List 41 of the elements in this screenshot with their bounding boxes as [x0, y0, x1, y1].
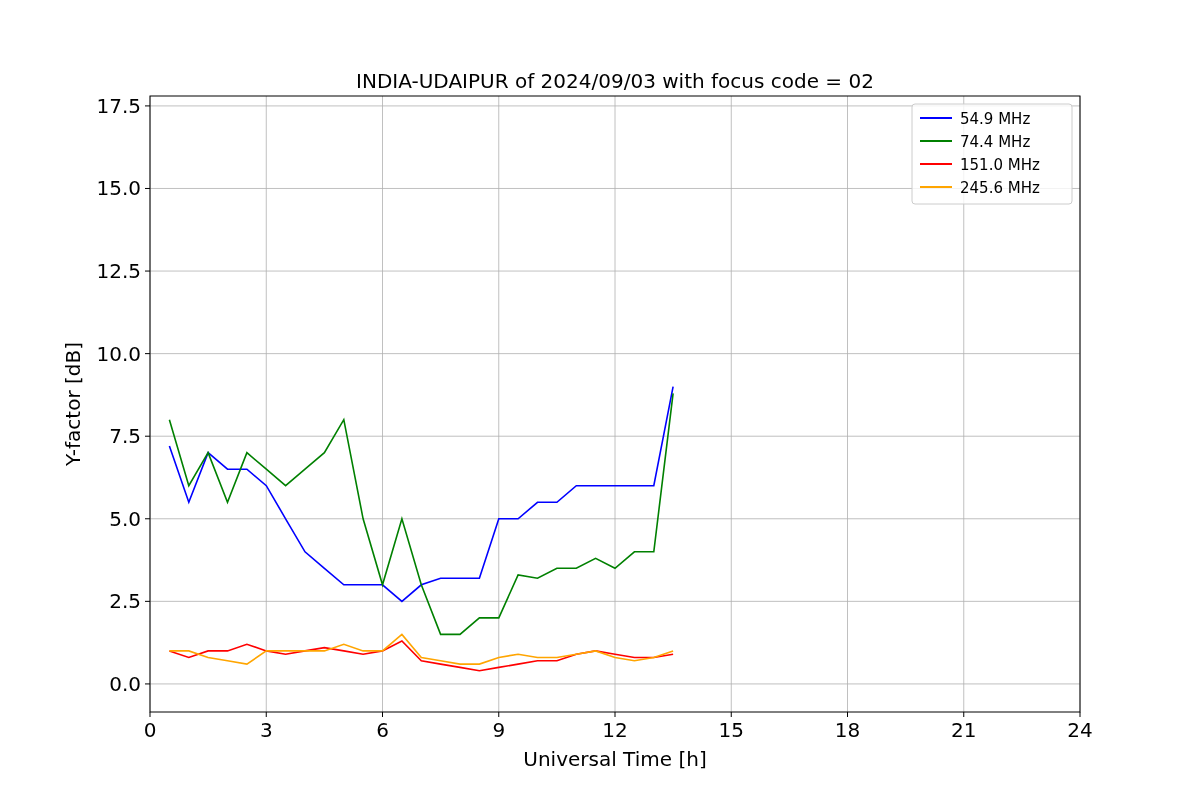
tick-mark: [963, 711, 965, 718]
tick-label: 5.0: [109, 506, 141, 531]
legend-label: 151.0 MHz: [960, 156, 1040, 174]
tick-label: 18: [834, 718, 861, 742]
legend-label: 74.4 MHz: [960, 133, 1031, 151]
tick-label: 24: [1067, 718, 1093, 742]
tick-mark: [382, 711, 383, 718]
tick-mark: [144, 435, 151, 437]
tick-mark: [144, 600, 151, 602]
tick-mark: [730, 711, 732, 718]
tick-label: 9: [492, 718, 506, 742]
tick-label: 3: [259, 718, 273, 742]
tick-label: 12.5: [96, 259, 141, 284]
tick-mark: [847, 711, 848, 718]
tick-label: 2.5: [109, 589, 141, 614]
x-axis-label: Universal Time [h]: [523, 747, 707, 771]
tick-mark: [144, 188, 151, 189]
tick-mark: [144, 270, 151, 272]
tick-label: 0: [143, 718, 157, 742]
tick-label: 15.0: [96, 176, 141, 201]
tick-label: 21: [951, 718, 977, 742]
legend-label: 54.9 MHz: [960, 110, 1031, 128]
legend-label: 245.6 MHz: [960, 179, 1040, 197]
tick-label: 6: [376, 718, 389, 742]
tick-mark: [144, 518, 151, 520]
tick-label: 17.5: [96, 93, 141, 118]
tick-label: 15: [718, 718, 744, 742]
tick-mark: [149, 711, 151, 718]
tick-label: 12: [602, 718, 628, 742]
tick-mark: [144, 105, 151, 107]
tick-label: 0.0: [109, 671, 141, 696]
chart-title: INDIA-UDAIPUR of 2024/09/03 with focus code = 02: [356, 69, 874, 93]
tick-mark: [498, 711, 500, 718]
tick-mark: [144, 683, 151, 685]
tick-label: 7.5: [109, 424, 141, 449]
tick-label: 10.0: [96, 341, 141, 366]
tick-mark: [1079, 711, 1081, 718]
tick-mark: [265, 711, 267, 718]
tick-mark: [144, 353, 151, 355]
tick-mark: [614, 711, 616, 718]
y-axis-label: Y-factor [dB]: [61, 342, 85, 466]
